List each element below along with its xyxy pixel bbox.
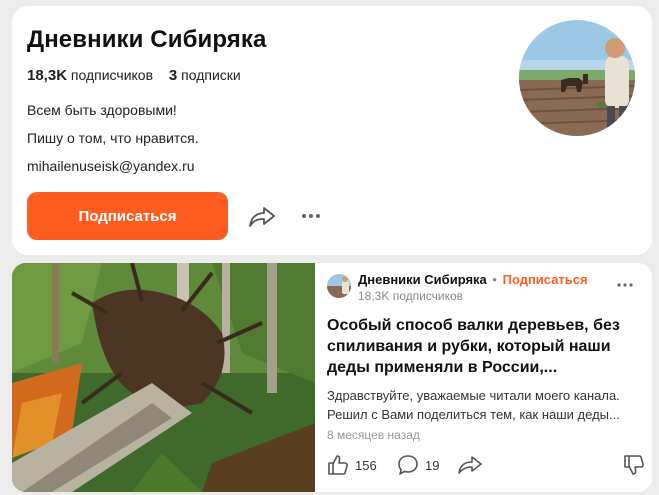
- thumbs-up-icon: [328, 455, 348, 475]
- author-avatar[interactable]: [327, 274, 351, 298]
- more-options-button[interactable]: [296, 201, 326, 231]
- ellipsis-icon: [617, 283, 633, 287]
- post-title[interactable]: Особый способ валки деревьев, без спилив…: [327, 315, 645, 378]
- channel-avatar[interactable]: [519, 20, 635, 136]
- post-actions: 156 19: [327, 453, 645, 477]
- dislike-button[interactable]: [623, 453, 645, 477]
- share-arrow-icon: [458, 456, 482, 474]
- post-more-options-button[interactable]: [613, 278, 637, 292]
- channel-header-card: Дневники Сибиряка 18,3K подписчиков 3 по…: [12, 6, 652, 255]
- post-share-button[interactable]: [457, 453, 483, 477]
- post-author-followers: 18,3K подписчиков: [358, 289, 464, 303]
- like-count: 156: [355, 457, 377, 473]
- comment-bubble-icon: [398, 455, 418, 475]
- channel-title: Дневники Сибиряка: [27, 26, 267, 53]
- thumbnail-image: [12, 263, 315, 492]
- share-arrow-icon: [249, 207, 275, 227]
- ellipsis-icon: [302, 214, 320, 218]
- author-avatar-image: [327, 274, 351, 298]
- subscribe-button[interactable]: Подписаться: [27, 192, 228, 240]
- post-card[interactable]: Дневники Сибиряка • Подписаться 18,3K по…: [12, 263, 652, 492]
- post-snippet-line: Здравствуйте, уважаемые читали моего кан…: [327, 388, 620, 403]
- comments-button[interactable]: 19: [397, 453, 439, 477]
- avatar-image: [519, 20, 635, 136]
- post-date: 8 месяцев назад: [327, 428, 420, 442]
- comment-count: 19: [425, 457, 440, 473]
- subscribers-count[interactable]: 18,3K: [27, 67, 67, 84]
- like-button[interactable]: 156: [327, 453, 377, 477]
- post-snippet-line: Решил с Вами поделиться тем, как наши де…: [327, 407, 620, 422]
- channel-description-line: Всем быть здоровыми!: [27, 102, 177, 118]
- subscriptions-label[interactable]: подписки: [181, 67, 241, 83]
- post-author-line: Дневники Сибиряка • Подписаться: [358, 272, 588, 287]
- post-author-name[interactable]: Дневники Сибиряка: [358, 272, 487, 287]
- post-body: Дневники Сибиряка • Подписаться 18,3K по…: [315, 263, 652, 492]
- thumbs-down-icon: [624, 455, 644, 475]
- author-separator: •: [492, 272, 497, 287]
- channel-stats: 18,3K подписчиков 3 подписки: [27, 67, 241, 84]
- channel-description-line: Пишу о том, что нравится.: [27, 130, 199, 146]
- post-snippet[interactable]: Здравствуйте, уважаемые читали моего кан…: [327, 386, 647, 424]
- post-thumbnail[interactable]: [12, 263, 315, 492]
- channel-contact-email: mihailenuseisk@yandex.ru: [27, 158, 195, 174]
- share-button[interactable]: [246, 201, 278, 233]
- subscribers-label[interactable]: подписчиков: [71, 67, 153, 83]
- post-author-subscribe-link[interactable]: Подписаться: [503, 272, 588, 287]
- subscriptions-count[interactable]: 3: [169, 67, 177, 84]
